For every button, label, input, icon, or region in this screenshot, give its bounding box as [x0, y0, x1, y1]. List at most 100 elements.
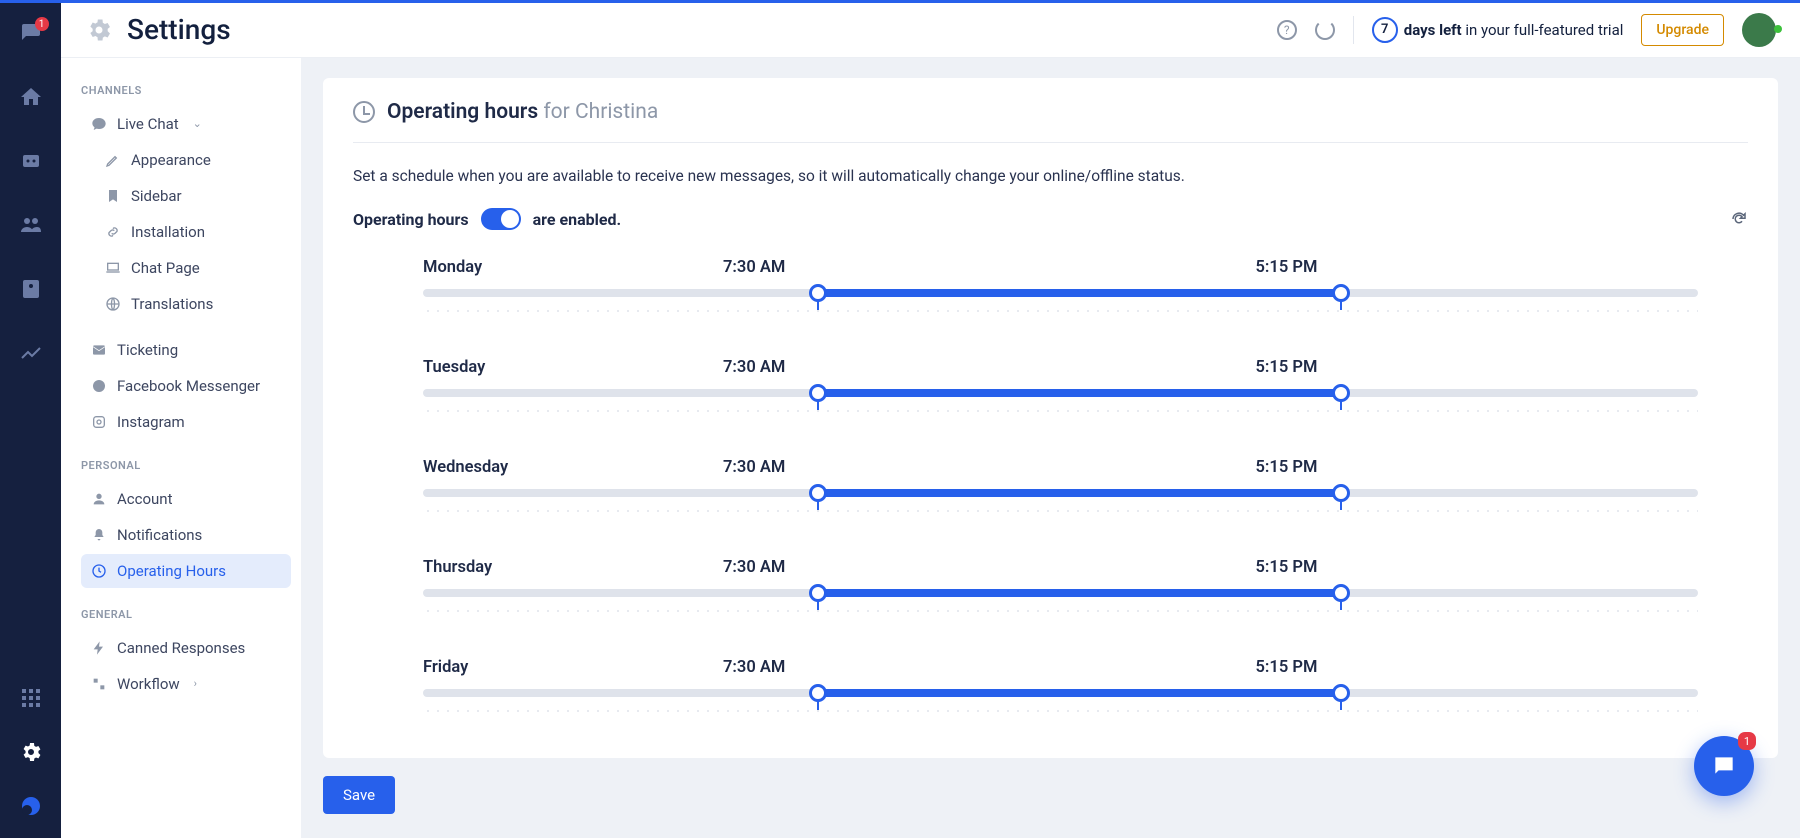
- analytics-icon[interactable]: [19, 341, 43, 365]
- toggle-label: Operating hours: [353, 210, 469, 229]
- panel-subtitle: for Christina: [543, 100, 658, 124]
- slider-start-handle[interactable]: [809, 584, 827, 602]
- page-title: Settings: [127, 13, 231, 46]
- workflow-icon: [91, 676, 107, 692]
- day-end-time: 5:15 PM: [1166, 358, 1699, 377]
- clock-icon: [91, 563, 107, 579]
- chevron-down-icon: ⌄: [193, 117, 202, 130]
- sidebar-item-operating-hours[interactable]: Operating Hours: [81, 554, 291, 588]
- bolt-icon: [91, 640, 107, 656]
- sidebar-item-instagram[interactable]: Instagram: [81, 405, 291, 439]
- trial-rest: in your full-featured trial: [1462, 21, 1624, 39]
- time-range-slider[interactable]: [423, 489, 1698, 497]
- top-bar: Settings ? 7 days left in your full-feat…: [61, 3, 1800, 58]
- slider-end-handle[interactable]: [1332, 384, 1350, 402]
- contact-icon[interactable]: [19, 277, 43, 301]
- slider-start-handle[interactable]: [809, 284, 827, 302]
- day-start-time: 7:30 AM: [723, 258, 1166, 277]
- day-start-time: 7:30 AM: [723, 458, 1166, 477]
- sidebar-item-label: Instagram: [117, 413, 185, 431]
- chevron-right-icon: ›: [194, 677, 197, 690]
- chat-fab[interactable]: 1: [1694, 736, 1754, 796]
- day-name: Tuesday: [423, 358, 723, 377]
- apps-icon[interactable]: [19, 686, 43, 710]
- sidebar-item-label: Appearance: [131, 151, 211, 169]
- sidebar-item-sidebar[interactable]: Sidebar: [95, 179, 291, 213]
- time-range-slider[interactable]: [423, 389, 1698, 397]
- section-general: GENERAL: [81, 608, 291, 621]
- brand-logo-icon[interactable]: [19, 794, 43, 818]
- sync-icon[interactable]: [1315, 20, 1335, 40]
- trial-bold: days left: [1404, 21, 1462, 39]
- inbox-badge: 1: [35, 17, 49, 31]
- avatar[interactable]: [1742, 13, 1776, 47]
- operating-hours-toggle[interactable]: [481, 208, 521, 230]
- help-icon[interactable]: ?: [1277, 20, 1297, 40]
- slider-ticks: [423, 409, 1698, 413]
- people-icon[interactable]: [19, 213, 43, 237]
- day-end-time: 5:15 PM: [1166, 458, 1699, 477]
- toggle-state: are enabled.: [533, 210, 622, 229]
- day-row: Tuesday7:30 AM5:15 PM: [423, 358, 1698, 413]
- sidebar-item-account[interactable]: Account: [81, 482, 291, 516]
- sidebar-item-installation[interactable]: Installation: [95, 215, 291, 249]
- slider-start-handle[interactable]: [809, 384, 827, 402]
- trial-status: 7 days left in your full-featured trial: [1372, 17, 1624, 43]
- day-end-time: 5:15 PM: [1166, 558, 1699, 577]
- home-icon[interactable]: [19, 85, 43, 109]
- section-personal: PERSONAL: [81, 459, 291, 472]
- left-rail: 1: [0, 3, 61, 838]
- section-channels: CHANNELS: [81, 84, 291, 97]
- save-button[interactable]: Save: [323, 776, 395, 814]
- sidebar-item-label: Canned Responses: [117, 639, 245, 657]
- slider-end-handle[interactable]: [1332, 284, 1350, 302]
- day-name: Thursday: [423, 558, 723, 577]
- slider-end-handle[interactable]: [1332, 584, 1350, 602]
- settings-icon[interactable]: [19, 740, 43, 764]
- day-start-time: 7:30 AM: [723, 358, 1166, 377]
- settings-sidebar: CHANNELS Live Chat ⌄ Appearance Sidebar I…: [61, 58, 301, 838]
- bot-icon[interactable]: [19, 149, 43, 173]
- messenger-icon: [91, 378, 107, 394]
- sidebar-item-notifications[interactable]: Notifications: [81, 518, 291, 552]
- slider-end-handle[interactable]: [1332, 484, 1350, 502]
- time-range-slider[interactable]: [423, 289, 1698, 297]
- mail-icon: [91, 342, 107, 358]
- sidebar-item-translations[interactable]: Translations: [95, 287, 291, 321]
- day-row: Wednesday7:30 AM5:15 PM: [423, 458, 1698, 513]
- slider-start-handle[interactable]: [809, 684, 827, 702]
- clock-icon: [353, 101, 375, 123]
- slider-ticks: [423, 709, 1698, 713]
- user-icon: [91, 491, 107, 507]
- day-start-time: 7:30 AM: [723, 558, 1166, 577]
- sidebar-item-ticketing[interactable]: Ticketing: [81, 333, 291, 367]
- sidebar-item-label: Ticketing: [117, 341, 178, 359]
- time-range-slider[interactable]: [423, 589, 1698, 597]
- sidebar-item-chat-page[interactable]: Chat Page: [95, 251, 291, 285]
- slider-ticks: [423, 609, 1698, 613]
- panel-title: Operating hours: [387, 100, 538, 124]
- sidebar-item-label: Translations: [131, 295, 213, 313]
- slider-ticks: [423, 509, 1698, 513]
- upgrade-button[interactable]: Upgrade: [1641, 14, 1724, 46]
- chat-icon: [91, 116, 107, 132]
- panel-description: Set a schedule when you are available to…: [353, 165, 1748, 188]
- day-start-time: 7:30 AM: [723, 658, 1166, 677]
- sidebar-item-fb-messenger[interactable]: Facebook Messenger: [81, 369, 291, 403]
- sidebar-item-live-chat[interactable]: Live Chat ⌄: [81, 107, 291, 141]
- day-row: Monday7:30 AM5:15 PM: [423, 258, 1698, 313]
- sidebar-item-label: Facebook Messenger: [117, 377, 260, 395]
- sidebar-item-label: Live Chat: [117, 115, 179, 133]
- operating-hours-panel: Operating hours for Christina Set a sche…: [323, 78, 1778, 758]
- sidebar-item-canned[interactable]: Canned Responses: [81, 631, 291, 665]
- time-range-slider[interactable]: [423, 689, 1698, 697]
- day-end-time: 5:15 PM: [1166, 258, 1699, 277]
- sidebar-item-workflow[interactable]: Workflow›: [81, 667, 291, 701]
- inbox-icon[interactable]: 1: [19, 21, 43, 45]
- slider-end-handle[interactable]: [1332, 684, 1350, 702]
- slider-start-handle[interactable]: [809, 484, 827, 502]
- reload-icon[interactable]: [1730, 210, 1748, 228]
- sidebar-item-appearance[interactable]: Appearance: [95, 143, 291, 177]
- sidebar-item-label: Operating Hours: [117, 562, 226, 580]
- pencil-icon: [105, 152, 121, 168]
